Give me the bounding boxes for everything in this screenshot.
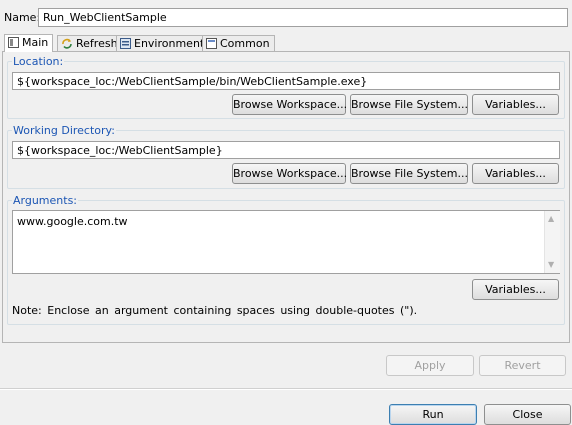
arguments-variables-button[interactable]: Variables... [472, 279, 559, 300]
location-variables-button[interactable]: Variables... [472, 94, 559, 115]
location-browse-workspace-button[interactable]: Browse Workspace... [232, 94, 347, 115]
tab-environment[interactable]: Environment [116, 35, 210, 51]
main-tab-icon [8, 37, 19, 48]
arguments-scrollbar[interactable]: ▲ ▼ [544, 211, 560, 273]
workdir-variables-button[interactable]: Variables... [472, 163, 559, 184]
environment-icon [120, 38, 131, 49]
tab-environment-label: Environment [134, 37, 205, 50]
location-label: Location: [12, 55, 65, 68]
workdir-browse-filesystem-button[interactable]: Browse File System... [350, 163, 468, 184]
apply-button[interactable]: Apply [386, 355, 474, 376]
tab-refresh[interactable]: Refresh [57, 35, 123, 51]
tab-common-label: Common [220, 37, 270, 50]
name-field[interactable]: Run_WebClientSample [38, 8, 568, 27]
location-browse-filesystem-button[interactable]: Browse File System... [350, 94, 468, 115]
tab-main[interactable]: Main [4, 34, 54, 52]
dialog-separator [0, 388, 572, 390]
working-directory-label: Working Directory: [12, 124, 116, 137]
name-label: Name: [4, 11, 41, 24]
refresh-icon [62, 38, 72, 49]
workdir-browse-workspace-button[interactable]: Browse Workspace... [232, 163, 347, 184]
run-button[interactable]: Run [389, 404, 477, 425]
tab-common[interactable]: Common [202, 35, 275, 51]
arguments-textarea[interactable]: www.google.com.tw [12, 210, 560, 274]
arguments-note: Note: Enclose an argument containing spa… [12, 304, 418, 317]
common-tab-icon [206, 38, 217, 49]
revert-button[interactable]: Revert [479, 355, 566, 376]
location-field[interactable]: ${workspace_loc:/WebClientSample/bin/Web… [12, 72, 560, 90]
tab-refresh-label: Refresh [76, 37, 118, 50]
scroll-up-icon[interactable]: ▲ [548, 215, 554, 223]
tab-main-label: Main [22, 36, 49, 49]
scroll-down-icon[interactable]: ▼ [548, 261, 554, 269]
arguments-label: Arguments: [12, 194, 79, 207]
working-directory-field[interactable]: ${workspace_loc:/WebClientSample} [12, 141, 560, 159]
close-button[interactable]: Close [484, 404, 571, 425]
